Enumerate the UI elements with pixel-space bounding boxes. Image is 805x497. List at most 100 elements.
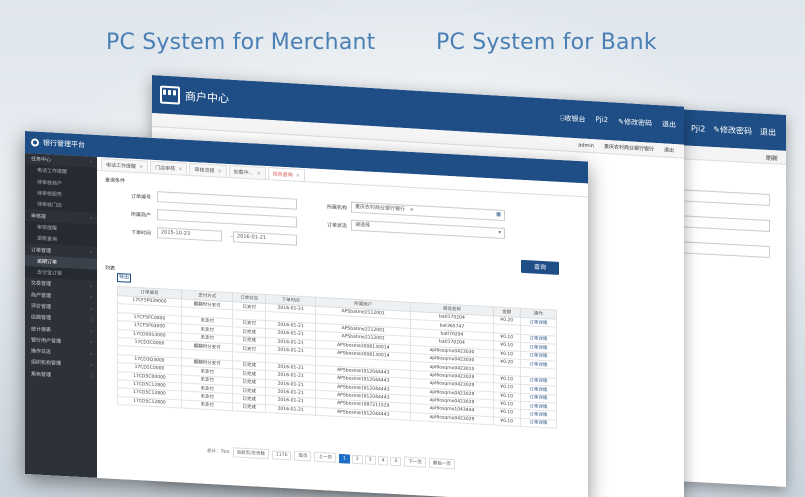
pager-count: 117b	[272, 449, 292, 460]
bank-heading: PC System for Bank	[436, 30, 657, 55]
tab[interactable]: 电话工作提醒 ×	[101, 158, 149, 173]
org-label: 所属机构	[326, 204, 347, 212]
pager-total: 总计：7tm	[207, 448, 230, 456]
query-button[interactable]: 查询	[521, 259, 559, 275]
chevron-left-icon: ‹	[90, 362, 92, 369]
sidebar-item-label: 商户管理	[31, 292, 52, 300]
table-cell: 未支付	[181, 399, 233, 411]
sidebar: 任务中心 ‹ 电话工作提醒 待审核商户 待审核服务 待审核门店 审核提 ‹ 审核提醒 退款查询 订单…	[25, 153, 97, 478]
org-clear-icon[interactable]: ×	[410, 207, 414, 213]
export-button[interactable]: 导出	[117, 272, 131, 283]
pager-next[interactable]: 下一页	[404, 456, 426, 468]
calendar-icon[interactable]: ▦	[496, 211, 501, 220]
pager-page[interactable]: 2	[351, 454, 363, 464]
sidebar-item-label: 统计报表	[31, 325, 52, 334]
time-label: 下单时间	[130, 229, 151, 237]
tab-label: 门店审核	[155, 165, 176, 173]
search-section-title: 查询条件	[105, 177, 126, 185]
table-cell: 2016-01-21	[265, 404, 316, 416]
pager-page[interactable]: 1	[338, 453, 350, 464]
pager-first[interactable]: 首页	[294, 450, 312, 462]
pager-last[interactable]: 最后一页	[428, 457, 455, 470]
status-select[interactable]: 请选择 ▾	[351, 219, 505, 239]
sidebar-item-label: 组织机构管理	[31, 359, 62, 368]
end-date-input[interactable]: 2016-01-21	[233, 231, 297, 246]
chevron-left-icon: ‹	[90, 328, 92, 335]
sidebar-item-label: 电话工作提醒	[37, 168, 68, 176]
merchant-label: 所属商户	[130, 211, 151, 219]
bank-refresh-button[interactable]: 刷新	[766, 153, 778, 163]
start-date-input[interactable]: 2015-10-23	[157, 227, 222, 242]
merchant-input[interactable]	[157, 209, 297, 228]
sidebar-item-label: 审核提	[31, 212, 47, 220]
tab[interactable]: 综合查询 ×	[267, 167, 305, 182]
chevron-left-icon: ‹	[90, 339, 92, 347]
platform-title: 银行管理平台	[43, 138, 85, 150]
user-link[interactable]: Pji2	[596, 115, 609, 126]
pager-current: 当前页/总页数	[232, 447, 270, 460]
tab[interactable]: 门店审核 ×	[150, 160, 188, 175]
pager-prev[interactable]: 上一页	[314, 451, 336, 463]
merchant-title: 商户中心	[185, 89, 229, 106]
shop-icon	[160, 85, 180, 105]
list-section-title: 列表	[105, 265, 116, 272]
date-separator: –	[230, 234, 234, 241]
order-detail-link[interactable]: 订单详情	[520, 418, 557, 429]
sidebar-item-label: 支付宝订单	[37, 269, 63, 278]
chevron-left-icon: ‹	[90, 283, 92, 290]
sidebar-item-label: 订单管理	[31, 246, 52, 254]
merchant-heading: PC System for Merchant	[106, 30, 376, 55]
pager-page[interactable]: 3	[364, 454, 376, 465]
strip-user: admin	[578, 141, 594, 149]
chevron-left-icon: ‹	[90, 373, 92, 380]
order-no-input[interactable]	[157, 191, 297, 210]
strip-bank: 重庆农村商业银行银行	[603, 143, 654, 153]
sidebar-item-label: 待审核门店	[37, 201, 63, 210]
pager-page[interactable]: 5	[390, 456, 402, 466]
order-no-label: 订单编号	[130, 193, 151, 201]
pager-pages: 12345	[338, 453, 402, 466]
bank-field-3[interactable]	[680, 241, 770, 259]
pager-page[interactable]: 4	[377, 455, 389, 466]
close-icon[interactable]: ×	[178, 166, 182, 172]
sidebar-item-label: 逾期订单	[37, 258, 58, 266]
bank-field-2[interactable]	[680, 215, 770, 233]
sidebar-item-label: 银行用户管理	[31, 337, 62, 345]
org-select[interactable]: 重庆农村商业银行银行 × ▦	[351, 201, 505, 221]
close-icon[interactable]: ×	[256, 171, 260, 177]
tab-label: 综合查询	[272, 171, 293, 179]
close-icon[interactable]: ×	[296, 173, 300, 179]
tab[interactable]: 审核流程 ×	[189, 162, 227, 177]
platform-logo-icon	[31, 138, 39, 147]
chevron-left-icon: ‹	[90, 159, 92, 166]
bank-link-user[interactable]: Pji2	[691, 123, 705, 133]
exit-link[interactable]: 退出	[662, 119, 676, 130]
org-value: 重庆农村商业银行银行	[355, 203, 406, 213]
cashier-link[interactable]: ⍈收银台	[560, 113, 585, 124]
table-body: 17CF5P039000 翻翻时分支付 已支付 2016-01-21 APSbatme2…	[117, 295, 557, 429]
bank-link-password[interactable]: ✎修改密码	[713, 124, 752, 137]
sidebar-item-label: 店面管理	[31, 314, 52, 322]
platform-window: 银行管理平台 任务中心 ‹ 电话工作提醒 待审核商户 待审核服务 待审核门店 审核提 ‹ 审核提…	[25, 131, 588, 497]
sidebar-item-label: 审核提醒	[37, 224, 58, 232]
bank-field-1[interactable]	[680, 189, 770, 207]
chevron-down-icon: ▾	[498, 229, 501, 236]
strip-exit[interactable]: 退出	[664, 146, 674, 154]
status-label: 订单状态	[326, 222, 347, 230]
close-icon[interactable]: ×	[139, 164, 143, 170]
main-content: 电话工作提醒 × 门店审核 × 审核流程 × 加载中... × 综合查询 × 查询条件 订单编号 …	[97, 156, 588, 497]
sidebar-item-label: 交易管理	[31, 280, 52, 288]
sidebar-item-label: 待审核商户	[37, 179, 63, 187]
sidebar-item-label: 角色管理	[31, 371, 52, 379]
close-icon[interactable]: ×	[217, 168, 221, 174]
tab[interactable]: 加载中... ×	[228, 165, 266, 180]
table-cell: 已完成	[232, 402, 266, 413]
sidebar-item-label: 退款查询	[37, 235, 58, 243]
tab-label: 电话工作提醒	[106, 162, 137, 171]
chevron-left-icon: ‹	[90, 351, 92, 358]
bank-link-exit[interactable]: 退出	[760, 126, 776, 138]
password-link[interactable]: ✎修改密码	[618, 117, 652, 129]
chevron-left-icon: ‹	[90, 215, 92, 222]
sidebar-item-label: 任务中心	[31, 156, 52, 164]
chevron-left-icon: ‹	[90, 306, 92, 313]
